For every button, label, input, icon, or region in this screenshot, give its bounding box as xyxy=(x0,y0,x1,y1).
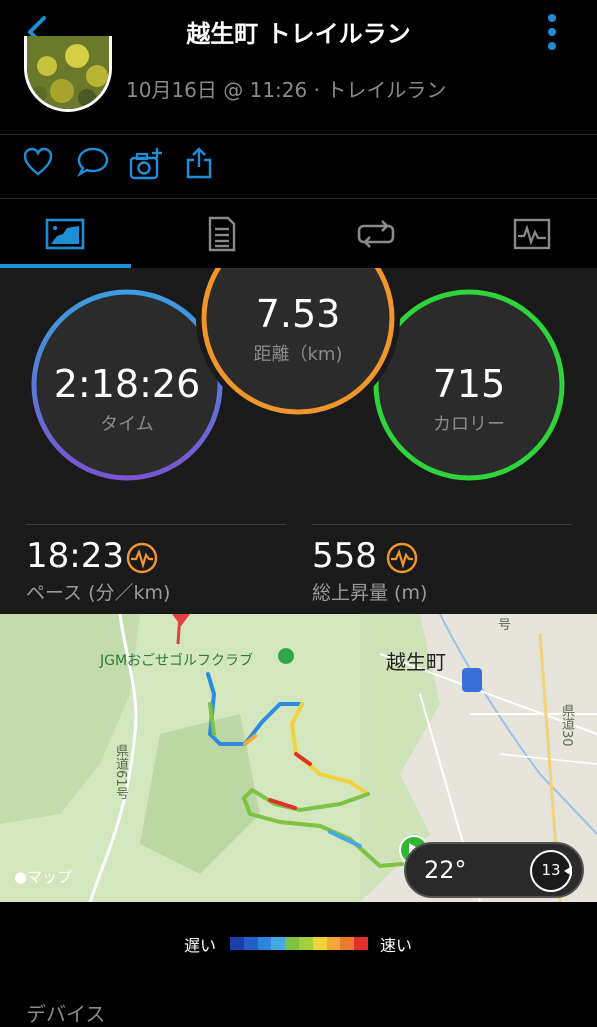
flower-field-image xyxy=(27,36,109,109)
map-label-route-right: 県道30 xyxy=(559,704,574,747)
wind-speed-value: 13 xyxy=(541,861,561,879)
tab-details[interactable] xyxy=(202,214,242,254)
divider xyxy=(312,524,572,525)
camera-add-icon xyxy=(129,148,162,180)
tab-overview[interactable] xyxy=(45,214,85,254)
legend-color-swatch xyxy=(312,937,327,950)
like-button[interactable] xyxy=(22,146,56,186)
apple-maps-attribution: ●マップ xyxy=(14,868,73,886)
pace-chart-button[interactable] xyxy=(126,542,158,574)
apple-logo-icon: ● xyxy=(14,868,28,886)
map-label-town: 越生町 xyxy=(386,650,446,674)
wind-indicator: 13 xyxy=(528,848,574,894)
tab-laps[interactable] xyxy=(356,214,396,254)
stats-panel: 2:18:26 タイム 715 カロリー 7.53 距離（km) 18:23 ペ… xyxy=(0,268,597,614)
divider xyxy=(0,134,597,135)
elevation-value: 558 xyxy=(312,536,377,576)
weather-overlay: 22° 13 xyxy=(404,842,584,898)
more-vertical-icon xyxy=(548,14,556,50)
legend-color-bar xyxy=(230,937,368,950)
legend-color-swatch xyxy=(326,937,341,950)
legend-color-swatch xyxy=(354,937,368,950)
legend-color-swatch xyxy=(230,937,244,950)
comment-button[interactable] xyxy=(76,146,112,186)
distance-ring: 7.53 距離（km) xyxy=(196,268,400,420)
temperature-value: 22° xyxy=(424,856,467,884)
activity-wave-icon xyxy=(386,542,418,574)
details-icon xyxy=(208,216,236,252)
charts-icon xyxy=(513,218,551,250)
map-label-road: 号 xyxy=(498,618,512,633)
comment-icon xyxy=(77,147,109,178)
distance-label: 距離（km) xyxy=(253,344,343,365)
map-label-golf: JGMおごせゴルフクラブ xyxy=(100,653,254,669)
elevation-chart-button[interactable] xyxy=(386,542,418,574)
more-options-button[interactable] xyxy=(538,12,566,52)
pace-metric: 18:23 ペース (分／km) xyxy=(26,524,296,604)
legend-fast-label: 速い xyxy=(380,936,413,955)
legend-color-swatch xyxy=(285,937,299,950)
heart-icon xyxy=(23,147,53,176)
activity-wave-icon xyxy=(126,542,158,574)
map-label-route-left: 県道61号 xyxy=(113,744,128,800)
activity-photo[interactable] xyxy=(24,36,112,112)
elevation-metric: 558 総上昇量 (m) xyxy=(312,524,582,604)
pace-value: 18:23 xyxy=(26,536,124,576)
pace-label: ペース (分／km) xyxy=(26,582,171,604)
tab-bar xyxy=(0,200,597,268)
share-button[interactable] xyxy=(184,146,214,186)
distance-value: 7.53 xyxy=(255,292,341,336)
divider xyxy=(0,198,597,199)
pace-legend: 遅い 速い デバイス xyxy=(0,902,597,1026)
share-icon xyxy=(186,147,212,179)
laps-icon xyxy=(357,220,395,248)
legend-color-swatch xyxy=(271,937,286,950)
devices-section-title: デバイス xyxy=(26,1002,106,1026)
tab-charts[interactable] xyxy=(512,214,552,254)
legend-color-swatch xyxy=(257,937,272,950)
elevation-label: 総上昇量 (m) xyxy=(312,582,428,604)
legend-color-swatch xyxy=(340,937,355,950)
add-photo-button[interactable] xyxy=(128,146,164,186)
divider xyxy=(26,524,286,525)
legend-slow-label: 遅い xyxy=(184,936,217,955)
overview-icon xyxy=(45,218,85,250)
activity-meta: 10月16日 @ 11:26 · トレイルラン xyxy=(126,78,447,102)
legend-color-swatch xyxy=(243,937,258,950)
legend-color-swatch xyxy=(298,937,313,950)
